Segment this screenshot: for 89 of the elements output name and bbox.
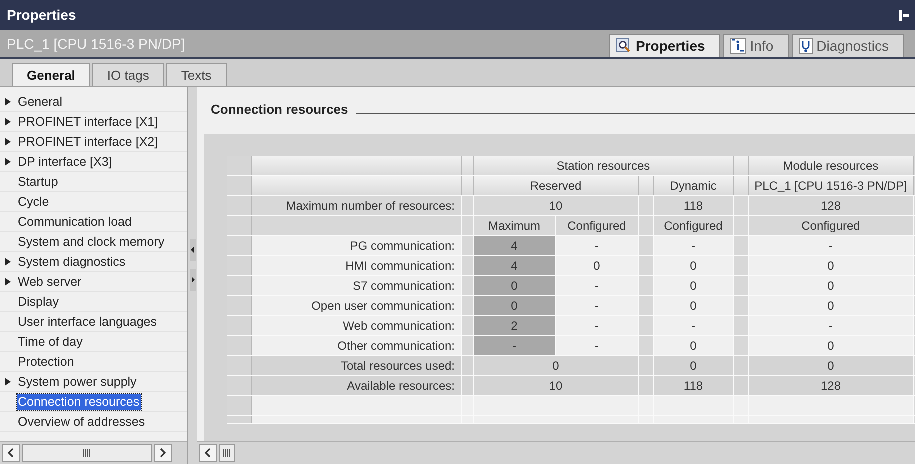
scroll-left-button[interactable] [2, 444, 20, 462]
table-cell: - [749, 236, 914, 255]
table-cell: 0 [654, 296, 734, 315]
table-cell: - [749, 316, 914, 335]
tree-item[interactable]: PROFINET interface [X2] [17, 134, 160, 150]
expand-icon[interactable] [5, 278, 11, 286]
tree-item[interactable]: System diagnostics [17, 254, 127, 270]
inspector-tab[interactable]: Properties [609, 34, 720, 57]
table-cell: - [556, 236, 639, 255]
expand-right-icon[interactable] [190, 269, 196, 291]
table-cell: 128 [749, 376, 914, 395]
scroll-left-button[interactable] [199, 444, 217, 462]
inspector-tab[interactable]: Diagnostics [792, 34, 904, 57]
dock-icon[interactable] [899, 10, 909, 20]
tree-item[interactable]: Communication load [17, 214, 133, 230]
table-cell: - [654, 236, 734, 255]
scroll-thumb[interactable] [22, 444, 152, 462]
row-label: Other communication: [252, 336, 462, 355]
maximum-input[interactable]: 2 [474, 316, 556, 335]
maximum-input[interactable]: 0 [474, 276, 556, 295]
column-header: Dynamic [654, 176, 734, 195]
inspector-tab[interactable]: Info [723, 34, 789, 57]
grip-icon [223, 449, 231, 457]
column-group-header: Station resources [474, 156, 734, 175]
row-label: Available resources: [252, 376, 462, 395]
table-cell: - [556, 296, 639, 315]
table-cell: 0 [654, 256, 734, 275]
expand-icon[interactable] [5, 378, 11, 386]
scroll-right-button[interactable] [154, 444, 172, 462]
tab[interactable]: IO tags [92, 63, 164, 86]
scroll-thumb[interactable] [219, 444, 235, 462]
table-cell: 0 [749, 356, 914, 375]
table-cell: - [556, 276, 639, 295]
expand-icon[interactable] [5, 138, 11, 146]
maximum-input[interactable]: - [474, 336, 556, 355]
tree-item[interactable]: Cycle [17, 194, 50, 210]
table-cell: 0 [749, 296, 914, 315]
expand-icon[interactable] [5, 258, 11, 266]
table-cell: 0 [654, 336, 734, 355]
grip-icon [83, 449, 91, 457]
table-cell: 0 [654, 356, 734, 375]
maximum-input[interactable]: 4 [474, 236, 556, 255]
tree-item[interactable]: General [17, 94, 64, 110]
tree-item[interactable]: Web server [17, 274, 83, 290]
column-header: Reserved [474, 176, 639, 195]
window-title: Properties [7, 7, 76, 23]
table-cell: - [556, 336, 639, 355]
tree-item[interactable]: Startup [17, 174, 60, 190]
section-title: Connection resources [211, 102, 348, 116]
tree-item[interactable]: User interface languages [17, 314, 158, 330]
tree-item[interactable]: Overview of addresses [17, 414, 146, 430]
magnifier-icon [616, 38, 632, 54]
table-cell: - [654, 316, 734, 335]
table-cell: 0 [654, 276, 734, 295]
tree-item[interactable]: DP interface [X3] [17, 154, 114, 170]
column-group-header: Module resources [749, 156, 914, 175]
row-label: S7 communication: [252, 276, 462, 295]
object-title: PLC_1 [CPU 1516-3 PN/DP] [7, 36, 186, 52]
table-cell: 118 [654, 376, 734, 395]
expand-icon[interactable] [5, 158, 11, 166]
collapse-left-icon[interactable] [190, 239, 196, 261]
tree-item[interactable]: System power supply [17, 374, 138, 390]
tab[interactable]: Texts [166, 63, 227, 86]
tree-item[interactable]: Connection resources [17, 394, 141, 410]
row-label: HMI communication: [252, 256, 462, 275]
tab[interactable]: General [12, 63, 90, 86]
table-cell: 10 [474, 376, 639, 395]
tree-item[interactable]: Time of day [17, 334, 84, 350]
maximum-input[interactable]: 4 [474, 256, 556, 275]
tree-item[interactable]: Protection [17, 354, 76, 370]
info-icon [730, 38, 746, 54]
expand-icon[interactable] [5, 118, 11, 126]
table-cell: 0 [749, 336, 914, 355]
tree-item[interactable]: PROFINET interface [X1] [17, 114, 160, 130]
tree-item[interactable]: System and clock memory [17, 234, 166, 250]
row-label: PG communication: [252, 236, 462, 255]
row-label: Open user communication: [252, 296, 462, 315]
tree-item[interactable]: Display [17, 294, 60, 310]
stethoscope-icon [798, 38, 813, 54]
table-cell: 0 [749, 276, 914, 295]
table-cell: 0 [474, 356, 639, 375]
table-cell: - [556, 316, 639, 335]
column-header: PLC_1 [CPU 1516-3 PN/DP] [749, 176, 914, 195]
row-label: Web communication: [252, 316, 462, 335]
expand-icon[interactable] [5, 98, 11, 106]
table-cell: 0 [749, 256, 914, 275]
maximum-input[interactable]: 0 [474, 296, 556, 315]
table-cell: 0 [556, 256, 639, 275]
row-label: Total resources used: [252, 356, 462, 375]
